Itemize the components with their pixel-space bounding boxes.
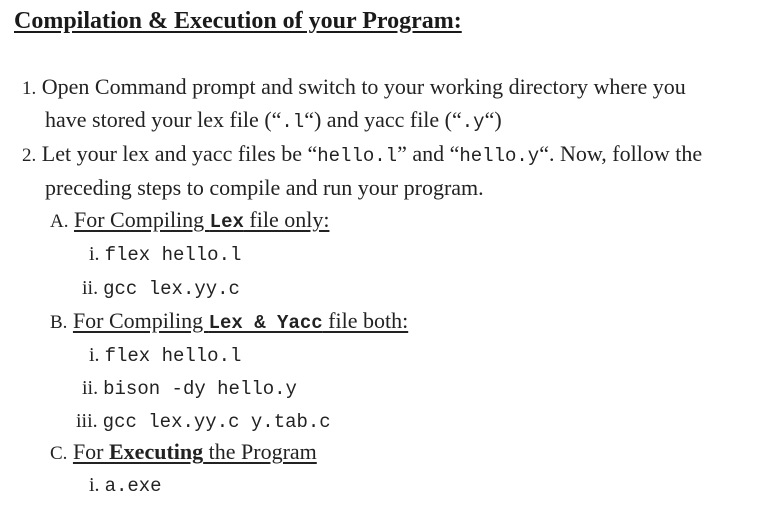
section-a-item-2: ii. gcc lex.yy.c [82,273,240,303]
section-c-title-pre: For [72,439,109,464]
section-a-item-1: i. flex hello.l [89,239,241,269]
item-marker: ii. [82,377,104,399]
command-code: a.exe [104,475,162,497]
section-b-title-pre: For Compiling [72,308,209,333]
section-a-title-pre: For Compiling [73,207,210,232]
command-code: gcc lex.yy.c [103,278,240,300]
command-code: gcc lex.yy.c y.tab.c [102,411,331,433]
section-c-item-1: i. a.exe [89,470,162,500]
item-marker: iii. [76,410,103,432]
item-marker: ii. [82,277,104,299]
section-a-heading: A. For Compiling Lex file only: [50,206,329,236]
step-1-text-post: “) [484,107,502,132]
command-code: bison -dy hello.y [103,378,297,400]
yacc-filename-code: hello.y [459,145,540,167]
item-marker: i. [89,474,105,496]
step-1-text-mid: “) and yacc file (“ [304,107,462,132]
step-2-line-2: preceding steps to compile and run your … [45,174,484,202]
section-b-title: For Compiling Lex & Yacc file both: [72,308,409,334]
item-marker: i. [89,344,105,366]
step-2-marker: 2. [22,145,37,166]
step-1-line-2: have stored your lex file (“.l“) and yac… [45,106,502,136]
step-1-text-pre: have stored your lex file (“ [45,107,282,132]
item-marker: i. [89,243,105,265]
step-1-text: Open Command prompt and switch to your w… [41,74,686,99]
section-b-title-post: file both: [322,308,409,333]
section-c-heading: C. For Executing the Program [50,438,317,468]
page-title: Compilation & Execution of your Program: [14,8,462,34]
step-1-line-1: 1. Open Command prompt and switch to you… [22,73,686,103]
section-c-title: For Executing the Program [73,439,317,464]
section-b-item-2: ii. bison -dy hello.y [82,373,297,403]
step-2-line-1: 2. Let your lex and yacc files be “hello… [22,140,702,170]
section-c-title-post: the Program [203,439,317,464]
step-2-text-pre: Let your lex and yacc files be “ [41,141,318,166]
section-b-heading: B. For Compiling Lex & Yacc file both: [50,307,408,337]
step-2-text-cont: preceding steps to compile and run your … [45,175,484,200]
section-a-title-code: Lex [209,211,244,233]
section-c-marker: C. [50,443,68,464]
section-b-item-1: i. flex hello.l [89,340,241,370]
section-a-title: For Compiling Lex file only: [73,207,330,233]
lex-filename-code: hello.l [317,145,398,167]
lex-extension-code: .l [281,111,305,133]
step-2-text-post: “. Now, follow the [539,141,703,166]
step-2-text-mid: ” and “ [397,141,460,166]
section-c-title-bold: Executing [109,439,204,464]
section-b-title-code: Lex & Yacc [208,312,323,334]
section-a-title-post: file only: [243,207,330,232]
section-b-marker: B. [50,312,68,333]
command-code: flex hello.l [104,244,242,266]
section-a-marker: A. [50,211,69,232]
step-1-marker: 1. [22,78,37,99]
section-b-item-3: iii. gcc lex.yy.c y.tab.c [76,406,331,436]
yacc-extension-code: .y [461,111,485,133]
command-code: flex hello.l [104,345,242,367]
